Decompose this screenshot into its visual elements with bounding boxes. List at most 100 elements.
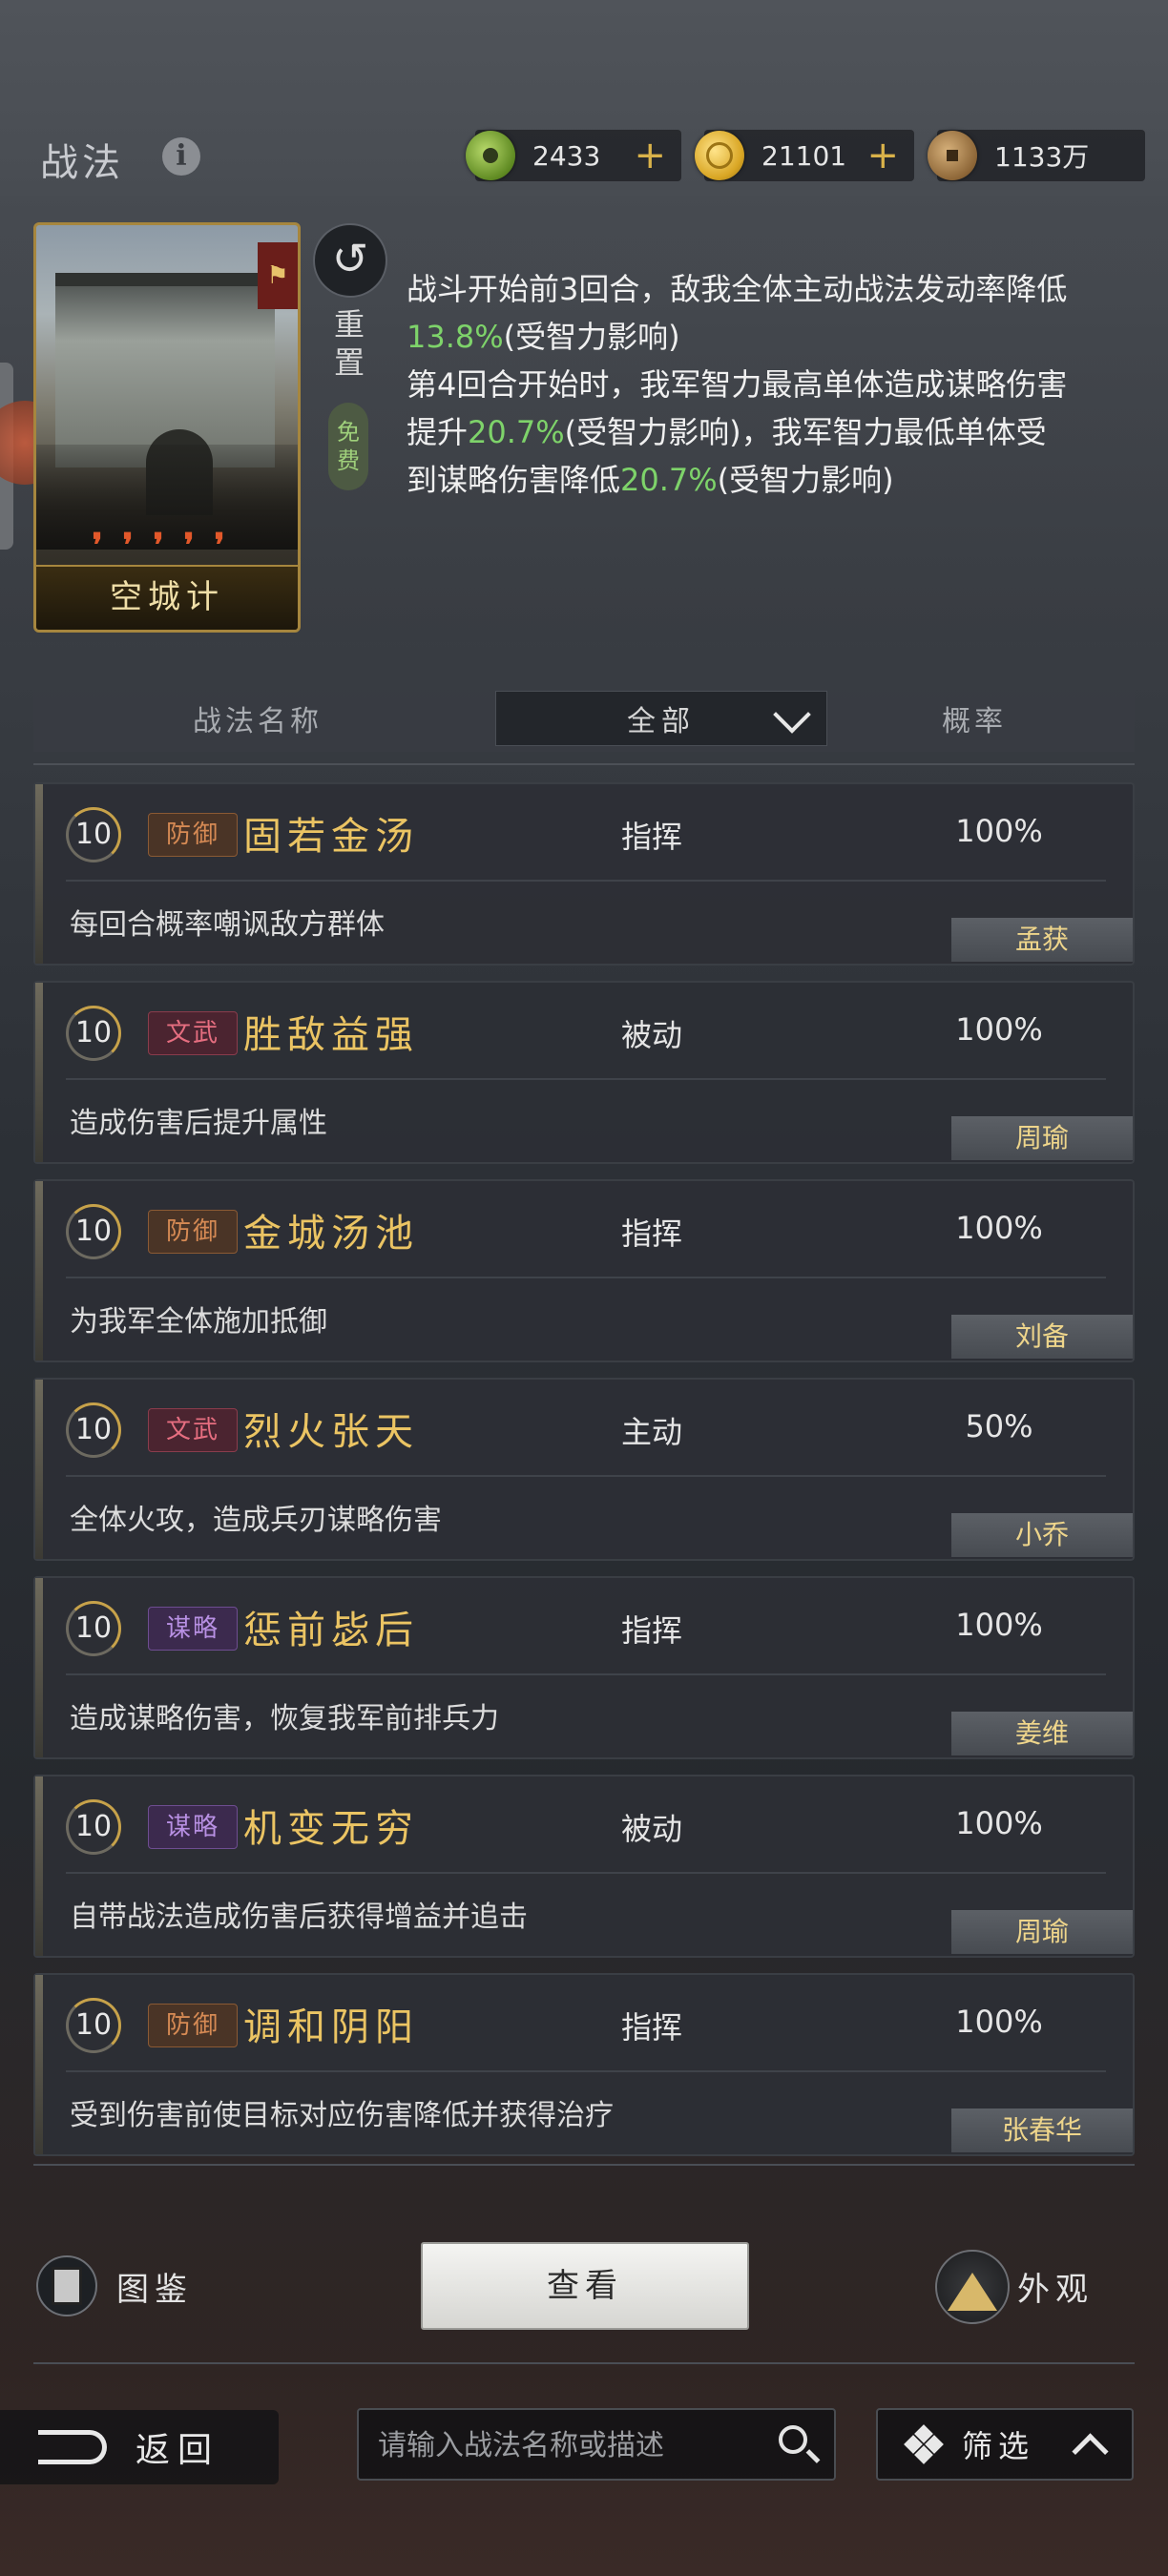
currency-copper: 1133万: [928, 130, 1145, 181]
skill-desc: 受到伤害前使目标对应伤害降低并获得治疗: [70, 2099, 614, 2132]
jade-coin-icon: [466, 131, 515, 180]
skill-desc: 造成伤害后提升属性: [70, 1107, 327, 1140]
skill-type: 被动: [621, 1017, 683, 1053]
skill-type: 指挥: [621, 1612, 683, 1649]
skill-level: 10: [66, 1006, 121, 1061]
skill-owner[interactable]: 小乔: [951, 1513, 1133, 1557]
row-divider: [66, 1673, 1106, 1675]
skill-name: 调和阴阳: [243, 2005, 419, 2049]
skill-type: 被动: [621, 1811, 683, 1847]
row-divider: [66, 1078, 1106, 1080]
skill-level: 10: [66, 807, 121, 862]
skill-name: 胜敌益强: [243, 1013, 419, 1057]
column-rate: 概率: [942, 705, 1007, 738]
back-arrow-icon: [38, 2430, 107, 2464]
skill-owner[interactable]: 张春华: [951, 2109, 1133, 2152]
gold-plus-icon[interactable]: +: [866, 136, 899, 175]
type-filter-select[interactable]: 全部: [495, 691, 827, 746]
skill-rate: 100%: [955, 2004, 1043, 2040]
skill-row[interactable]: 10 文武 烈火张天 主动 50% 全体火攻，造成兵刃谋略伤害 小乔: [33, 1378, 1135, 1561]
row-divider: [66, 2070, 1106, 2072]
skill-type: 指挥: [621, 1215, 683, 1252]
filter-label: 筛选: [962, 2428, 1035, 2464]
card-art-gate: [55, 273, 275, 515]
skill-tag: 谋略: [148, 1805, 238, 1849]
divider: [33, 2164, 1135, 2166]
appearance-button[interactable]: 外观: [1017, 2263, 1094, 2310]
row-divider: [66, 1872, 1106, 1874]
row-divider: [66, 1475, 1106, 1477]
gold-value: 21101: [761, 139, 847, 172]
skill-desc: 造成谋略伤害，恢复我军前排兵力: [70, 1702, 499, 1735]
gallery-button[interactable]: 图鉴: [116, 2263, 193, 2310]
copper-coin-icon: [928, 131, 977, 180]
skill-owner[interactable]: 孟获: [951, 918, 1133, 962]
skill-desc: 每回合概率嘲讽敌方群体: [70, 908, 385, 942]
search-icon[interactable]: [779, 2425, 807, 2454]
card-name: 空城计: [36, 565, 298, 630]
skill-row[interactable]: 10 文武 胜敌益强 被动 100% 造成伤害后提升属性 周瑜: [33, 981, 1135, 1164]
row-divider: [66, 1277, 1106, 1278]
skill-name: 金城汤池: [243, 1212, 419, 1256]
skill-description: 战斗开始前3回合，敌我全体主动战法发动率降低13.8%(受智力影响) 第4回合开…: [407, 271, 1068, 498]
copper-value: 1133万: [994, 141, 1090, 173]
skill-desc: 为我军全体施加抵御: [70, 1305, 327, 1339]
card-rank-icons: ❜ ❜ ❜ ❜ ❜: [92, 527, 225, 565]
skill-name: 惩前毖后: [243, 1609, 419, 1652]
skill-type: 主动: [621, 1414, 683, 1450]
free-badge: 免费: [328, 403, 368, 490]
skill-row[interactable]: 10 谋略 惩前毖后 指挥 100% 造成谋略伤害，恢复我军前排兵力 姜维: [33, 1576, 1135, 1759]
skill-card[interactable]: ⚑ ❜ ❜ ❜ ❜ ❜ 空城计: [33, 222, 301, 633]
skill-level: 10: [66, 1998, 121, 2053]
skill-row[interactable]: 10 谋略 机变无穷 被动 100% 自带战法造成伤害后获得增益并追击 周瑜: [33, 1775, 1135, 1958]
card-flag-icon: ⚑: [258, 242, 298, 309]
page-title: 战法: [40, 141, 124, 185]
search-box[interactable]: [357, 2408, 836, 2481]
skill-owner[interactable]: 周瑜: [951, 1910, 1133, 1954]
back-button[interactable]: 返回: [0, 2410, 279, 2484]
skill-owner[interactable]: 周瑜: [951, 1116, 1133, 1160]
skill-rate: 100%: [955, 1011, 1043, 1048]
skill-tag: 防御: [148, 1210, 238, 1254]
divider: [33, 763, 1135, 765]
back-label: 返回: [136, 2431, 220, 2470]
type-filter-value: 全部: [627, 705, 696, 738]
chevron-up-icon[interactable]: [1072, 2432, 1109, 2470]
skill-row[interactable]: 10 防御 调和阴阳 指挥 100% 受到伤害前使目标对应伤害降低并获得治疗 张…: [33, 1973, 1135, 2156]
list-header: 战法名称 全部 概率: [33, 685, 1135, 752]
skill-rate: 100%: [955, 1805, 1043, 1841]
search-input[interactable]: [376, 2420, 761, 2471]
skill-row[interactable]: 10 防御 固若金汤 指挥 100% 每回合概率嘲讽敌方群体 孟获: [33, 782, 1135, 966]
gallery-icon[interactable]: [36, 2255, 97, 2316]
view-button[interactable]: 查看: [421, 2242, 749, 2330]
filter-button[interactable]: 筛选: [876, 2408, 1134, 2481]
jade-plus-icon[interactable]: +: [634, 136, 666, 175]
skill-type: 指挥: [621, 819, 683, 855]
skill-rate: 100%: [955, 1210, 1043, 1246]
info-icon[interactable]: i: [162, 137, 200, 176]
currency-jade[interactable]: 2433 +: [466, 130, 681, 181]
currency-gold[interactable]: 21101 +: [695, 130, 914, 181]
skill-row[interactable]: 10 防御 金城汤池 指挥 100% 为我军全体施加抵御 刘备: [33, 1179, 1135, 1362]
reset-icon[interactable]: ↺: [313, 223, 387, 298]
skill-desc: 自带战法造成伤害后获得增益并追击: [70, 1901, 528, 1934]
skill-rate: 100%: [955, 813, 1043, 849]
jade-value: 2433: [532, 139, 601, 172]
skill-tag: 文武: [148, 1011, 238, 1055]
appearance-icon[interactable]: [935, 2250, 1010, 2324]
skill-type: 指挥: [621, 2009, 683, 2046]
skill-owner[interactable]: 姜维: [951, 1712, 1133, 1755]
skill-rate: 50%: [965, 1408, 1033, 1444]
chevron-down-icon: [773, 696, 811, 734]
filter-icon: [904, 2424, 944, 2464]
skill-name: 机变无穷: [243, 1807, 419, 1851]
skill-tag: 防御: [148, 813, 238, 857]
skill-name: 固若金汤: [243, 815, 419, 859]
skill-tag: 谋略: [148, 1607, 238, 1651]
skill-owner[interactable]: 刘备: [951, 1315, 1133, 1359]
skill-level: 10: [66, 1799, 121, 1855]
divider: [33, 2362, 1135, 2364]
reset-button[interactable]: 重置: [330, 305, 368, 382]
skill-tag: 文武: [148, 1408, 238, 1452]
gold-coin-icon: [695, 131, 744, 180]
